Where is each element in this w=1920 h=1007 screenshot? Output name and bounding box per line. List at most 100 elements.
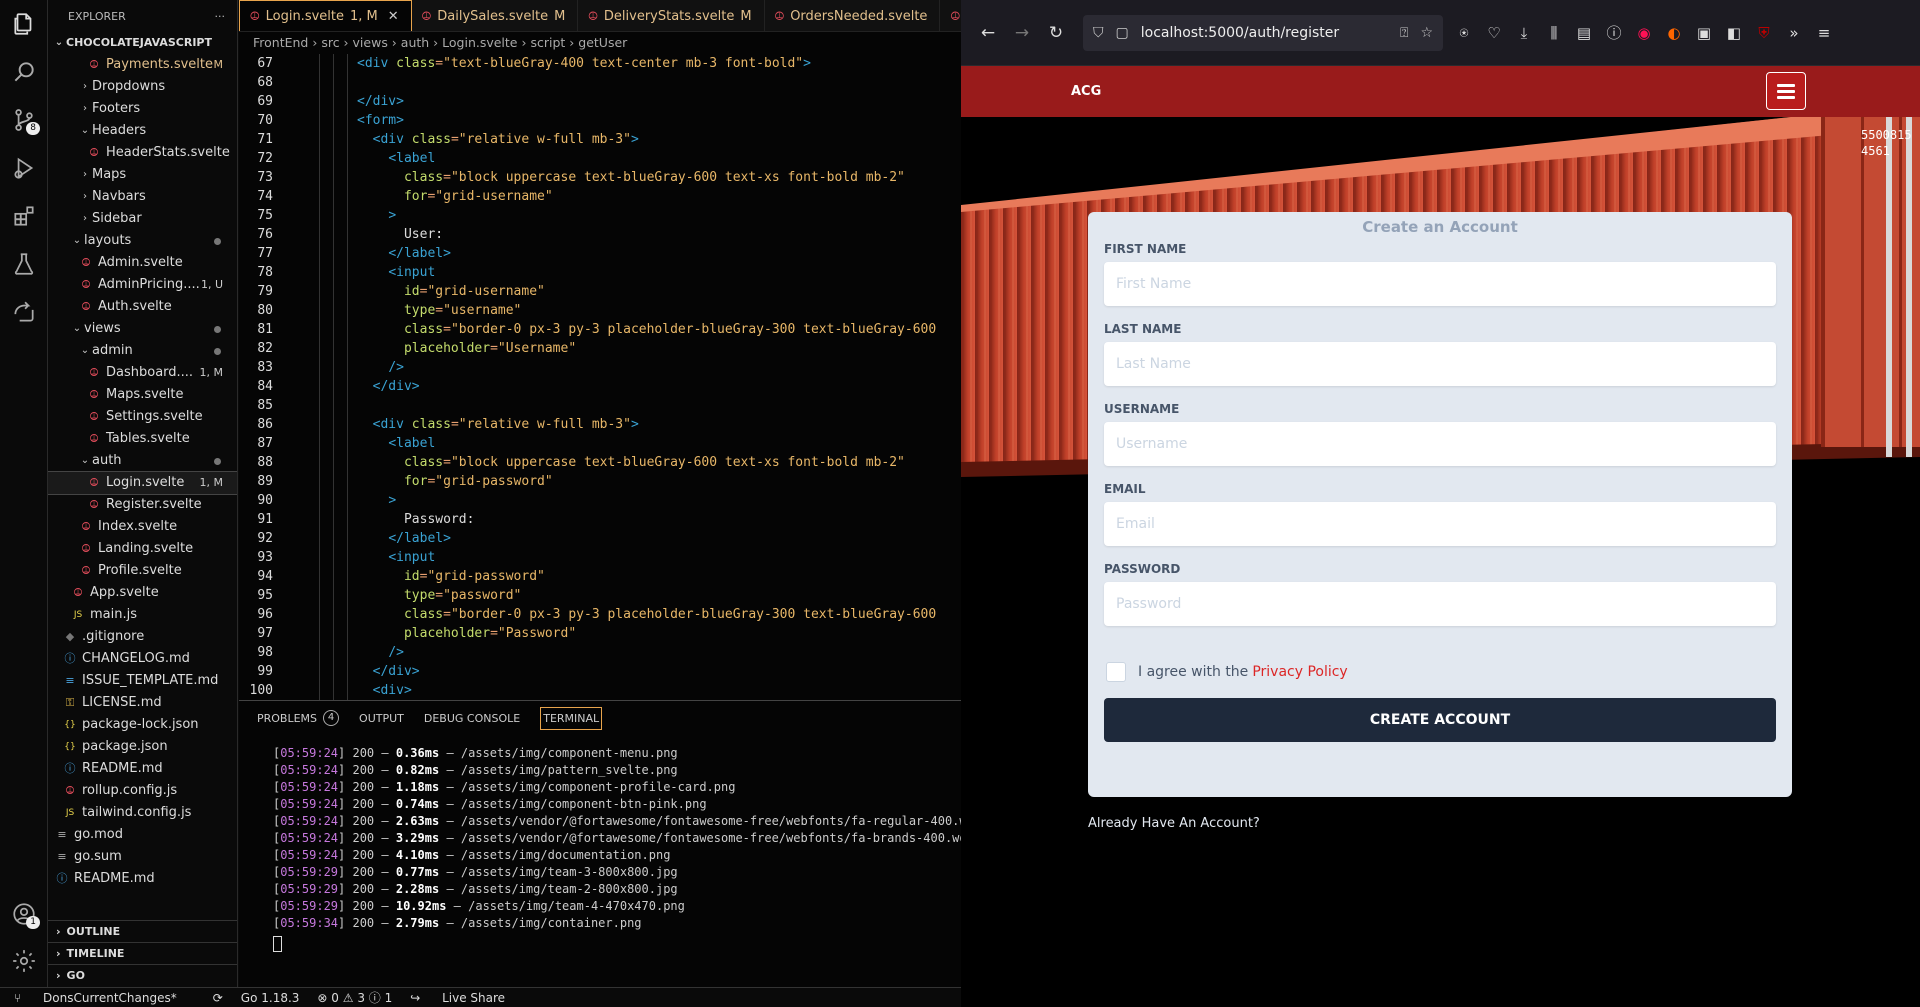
breadcrumb-item[interactable]: Login.svelte bbox=[442, 35, 517, 50]
extensions-icon[interactable] bbox=[0, 192, 48, 240]
back-arrow-icon[interactable]: ← bbox=[971, 16, 1005, 50]
overflow-icon[interactable]: » bbox=[1779, 16, 1809, 50]
first-name-field[interactable]: First Name bbox=[1104, 262, 1776, 306]
timeline-section[interactable]: › TIMELINE bbox=[48, 942, 237, 964]
folder-item[interactable]: › Maps bbox=[48, 164, 237, 186]
breadcrumb-item[interactable]: src bbox=[321, 35, 339, 50]
editor-tab[interactable]: ⦹ DailySales.svelte M bbox=[412, 0, 579, 31]
outline-section[interactable]: › OUTLINE bbox=[48, 920, 237, 942]
go-version[interactable]: Go 1.18.3 bbox=[241, 991, 300, 1005]
folder-item[interactable]: › Footers bbox=[48, 98, 237, 120]
explorer-icon[interactable] bbox=[0, 0, 48, 48]
forward-arrow-icon[interactable]: → bbox=[1005, 16, 1039, 50]
code-view[interactable]: 67 <div class="text-blueGray-400 text-cen… bbox=[239, 54, 961, 700]
editor-tab[interactable]: ⦹ DeliveryStats.svelte M bbox=[578, 0, 765, 31]
source-control-icon[interactable]: 8 bbox=[0, 96, 48, 144]
folder-item[interactable]: ⌄ layouts bbox=[48, 230, 237, 252]
file-item[interactable]: ⚿ LICENSE.md bbox=[48, 692, 237, 714]
file-item[interactable]: ⦹ Profile.svelte bbox=[48, 560, 237, 582]
sync-icon[interactable]: ⟳ bbox=[213, 991, 223, 1005]
file-item[interactable]: ⓘ README.md bbox=[48, 868, 237, 890]
close-icon[interactable]: ✕ bbox=[388, 9, 399, 24]
file-item[interactable]: ⓘ README.md bbox=[48, 758, 237, 780]
editor-tab[interactable]: ⦹ Login.svelte 1, M ✕ bbox=[239, 0, 412, 31]
breadcrumb-item[interactable]: getUser bbox=[578, 35, 627, 50]
tab-terminal[interactable]: TERMINAL bbox=[540, 706, 603, 730]
folder-item[interactable]: ⌄ admin bbox=[48, 340, 237, 362]
folder-item[interactable]: ⌄ views bbox=[48, 318, 237, 340]
url-bar[interactable]: ⛉ ▢ localhost:5000/auth/register ⍰ ☆ bbox=[1083, 14, 1443, 51]
menu-toggle-button[interactable] bbox=[1766, 72, 1806, 110]
file-item[interactable]: JS main.js bbox=[48, 604, 237, 626]
breadcrumb-item[interactable]: views bbox=[353, 35, 388, 50]
file-item[interactable]: ≡ ISSUE_TEMPLATE.md bbox=[48, 670, 237, 692]
folder-item[interactable]: › Dropdowns bbox=[48, 76, 237, 98]
info-icon[interactable]: ⓘ bbox=[1599, 16, 1629, 50]
folder-item[interactable]: ⌄ auth bbox=[48, 450, 237, 472]
file-item[interactable]: ⦹ Landing.svelte bbox=[48, 538, 237, 560]
live-share-status[interactable]: ↪ Live Share bbox=[410, 991, 523, 1005]
download-icon[interactable]: ⤓ bbox=[1509, 16, 1539, 50]
file-item[interactable]: ⦹ Login.svelte 1, M bbox=[48, 471, 237, 495]
last-name-field[interactable]: Last Name bbox=[1104, 342, 1776, 386]
file-item[interactable]: ⦹ Settings.svelte bbox=[48, 406, 237, 428]
folder-item[interactable]: › Sidebar bbox=[48, 208, 237, 230]
run-debug-icon[interactable] bbox=[0, 144, 48, 192]
password-field[interactable]: Password bbox=[1104, 582, 1776, 626]
tab-problems[interactable]: PROBLEMS 4 bbox=[257, 710, 340, 726]
file-item[interactable]: ⦹ Admin.svelte bbox=[48, 252, 237, 274]
permissions-icon[interactable]: ⍰ bbox=[1400, 25, 1408, 41]
bookmark-star-icon[interactable]: ☆ bbox=[1420, 25, 1433, 41]
editor-tab-overflow[interactable]: ⦹ bbox=[940, 0, 961, 31]
extension-icon[interactable]: ◉ bbox=[1629, 16, 1659, 50]
terminal-cursor[interactable] bbox=[273, 936, 282, 952]
agree-checkbox[interactable] bbox=[1106, 662, 1126, 682]
file-item[interactable]: ≡ go.sum bbox=[48, 846, 237, 868]
folder-item[interactable]: › Navbars bbox=[48, 186, 237, 208]
file-item[interactable]: ⦹ App.svelte bbox=[48, 582, 237, 604]
extension-icon[interactable]: ⍟ bbox=[1449, 16, 1479, 50]
terminal-output[interactable]: [05:59:24] 200 – 0.36ms – /assets/img/co… bbox=[273, 745, 981, 952]
breadcrumb-item[interactable]: script bbox=[530, 35, 565, 50]
file-item[interactable]: ≡ go.mod bbox=[48, 824, 237, 846]
breadcrumb-item[interactable]: FrontEnd bbox=[253, 35, 308, 50]
breadcrumb-item[interactable]: auth bbox=[401, 35, 429, 50]
folder-item[interactable]: ⌄ Headers bbox=[48, 120, 237, 142]
shield-icon[interactable]: ⛉ bbox=[1093, 25, 1104, 41]
sidebar-icon[interactable]: ▤ bbox=[1569, 16, 1599, 50]
branch-status[interactable]: ⑂ DonsCurrentChanges* bbox=[14, 991, 195, 1005]
ublock-icon[interactable]: ⛨ bbox=[1749, 16, 1779, 50]
gear-icon[interactable] bbox=[0, 937, 48, 985]
go-section[interactable]: › GO bbox=[48, 964, 237, 986]
tab-output[interactable]: OUTPUT bbox=[359, 712, 404, 725]
brand-logo[interactable]: ACG bbox=[1071, 84, 1101, 99]
file-item[interactable]: ⦹ Tables.svelte bbox=[48, 428, 237, 450]
account-icon[interactable]: 1 bbox=[0, 890, 48, 938]
file-item[interactable]: ⓘ CHANGELOG.md bbox=[48, 648, 237, 670]
file-item[interactable]: ◆ .gitignore bbox=[48, 626, 237, 648]
username-field[interactable]: Username bbox=[1104, 422, 1776, 466]
url-text[interactable]: localhost:5000/auth/register bbox=[1141, 25, 1339, 41]
live-share-icon[interactable] bbox=[0, 288, 48, 336]
file-item[interactable]: ⦹ rollup.config.js bbox=[48, 780, 237, 802]
editor-tab[interactable]: ⦹ OrdersNeeded.svelte bbox=[765, 0, 941, 31]
file-item[interactable]: {} package-lock.json bbox=[48, 714, 237, 736]
file-item[interactable]: ⦹ Dashboard.... 1, M bbox=[48, 362, 237, 384]
file-item[interactable]: ⦹ Payments.svelte M bbox=[48, 54, 237, 76]
reload-icon[interactable]: ↻ bbox=[1039, 16, 1073, 50]
hamburger-menu-icon[interactable]: ≡ bbox=[1809, 16, 1839, 50]
file-item[interactable]: JS tailwind.config.js bbox=[48, 802, 237, 824]
file-item[interactable]: ⦹ Auth.svelte bbox=[48, 296, 237, 318]
tab-debug-console[interactable]: DEBUG CONSOLE bbox=[424, 712, 520, 725]
privacy-policy-link[interactable]: Privacy Policy bbox=[1252, 664, 1347, 680]
library-icon[interactable]: ⫼ bbox=[1539, 16, 1569, 50]
file-item[interactable]: ⦹ Index.svelte bbox=[48, 516, 237, 538]
testing-icon[interactable] bbox=[0, 240, 48, 288]
create-account-button[interactable]: Create Account bbox=[1104, 698, 1776, 742]
file-item[interactable]: {} package.json bbox=[48, 736, 237, 758]
file-item[interactable]: ⦹ AdminPricing.... 1, U bbox=[48, 274, 237, 296]
search-icon[interactable] bbox=[0, 48, 48, 96]
file-item[interactable]: ⦹ Register.svelte bbox=[48, 494, 237, 516]
problems-status[interactable]: ⊗ 0 ⚠ 3 ⓘ 1 bbox=[317, 989, 392, 1006]
already-have-account-link[interactable]: Already Have An Account? bbox=[1088, 816, 1260, 831]
